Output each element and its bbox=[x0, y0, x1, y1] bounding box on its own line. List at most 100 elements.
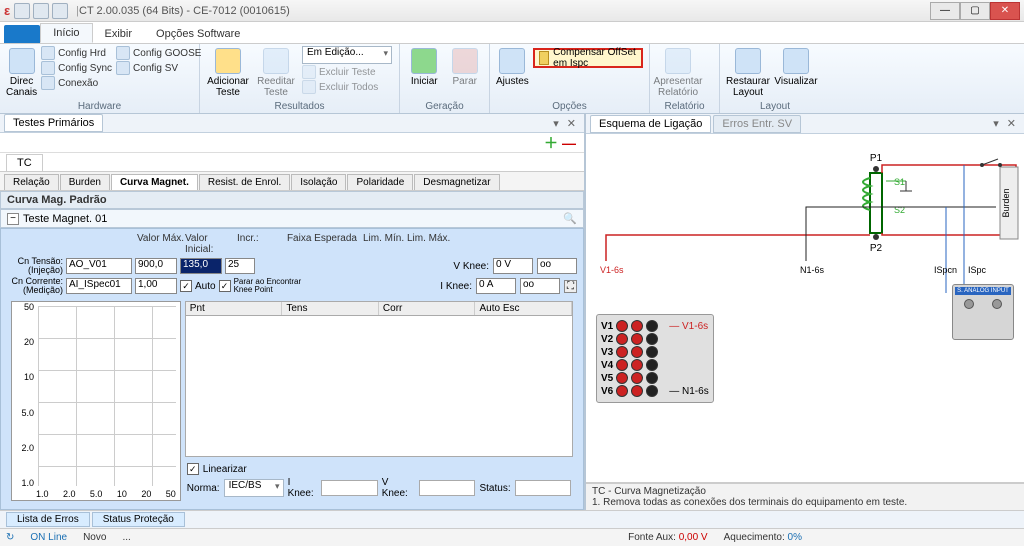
testes-primarios-tab[interactable]: Testes Primários bbox=[4, 114, 103, 132]
close-panel-icon[interactable]: ✕ bbox=[567, 117, 576, 130]
qat-save-icon[interactable] bbox=[33, 3, 49, 19]
config-sync-button[interactable]: Config Sync bbox=[41, 61, 112, 75]
subtab-desmag[interactable]: Desmagnetizar bbox=[414, 174, 499, 190]
magnet-chart: 5020105.02.01.0 1.02.05.0102050 bbox=[11, 301, 181, 501]
norma-select[interactable]: IEC/BS bbox=[224, 479, 284, 497]
group-geracao-label: Geração bbox=[400, 101, 489, 112]
subtab-polaridade[interactable]: Polaridade bbox=[347, 174, 413, 190]
cn-tensao-select[interactable]: AO_V01 bbox=[66, 258, 132, 274]
group-opcoes-label: Opções bbox=[490, 101, 649, 112]
iniciar-button[interactable]: Iniciar bbox=[406, 46, 443, 87]
right-close-icon[interactable]: ✕ bbox=[1007, 117, 1016, 130]
params-panel: Valor Máx. Valor Inicial: Incr.: Faixa E… bbox=[0, 228, 584, 510]
channels-icon bbox=[9, 48, 35, 74]
remove-test-icon-button[interactable]: — bbox=[562, 135, 576, 151]
vknee-min-input[interactable]: 0 V bbox=[493, 258, 533, 274]
test-name: Teste Magnet. 01 bbox=[23, 213, 107, 225]
estado-combo[interactable]: Em Edição... bbox=[302, 46, 392, 64]
adicionar-teste-button[interactable]: Adicionar Teste bbox=[206, 46, 250, 98]
iknee-min-input[interactable]: 0 A bbox=[476, 278, 516, 294]
add-test-icon-button[interactable]: ＋ bbox=[544, 133, 558, 153]
subtab-relacao[interactable]: Relação bbox=[4, 174, 59, 190]
direc-canais-button[interactable]: Direc Canais bbox=[6, 46, 37, 98]
conexao-button[interactable]: Conexão bbox=[41, 76, 112, 90]
right-pin-icon[interactable]: ▾ bbox=[993, 117, 999, 130]
search-icon[interactable]: 🔍 bbox=[563, 212, 577, 225]
config-hrd-button[interactable]: Config Hrd bbox=[41, 46, 112, 60]
tc-tab[interactable]: TC bbox=[6, 154, 43, 171]
add-test-icon bbox=[215, 48, 241, 74]
status-bar: ↻ ON Line Novo ... Fonte Aux: 0,00 V Aqu… bbox=[0, 528, 1024, 546]
corr-max-input[interactable]: 1,00 bbox=[135, 278, 177, 294]
ajustes-button[interactable]: Ajustes bbox=[496, 46, 529, 87]
connection-diagram: P1 P2 S1 S2 V1-6s N1-6s bbox=[586, 134, 1024, 483]
ribbon: Direc Canais Config Hrd Config Sync Cone… bbox=[0, 44, 1024, 114]
close-button[interactable]: ✕ bbox=[990, 2, 1020, 20]
diagram-note: TC - Curva Magnetização 1. Remova todas … bbox=[586, 483, 1024, 510]
expand-icon[interactable]: ⛶ bbox=[564, 280, 577, 293]
tab-inicio[interactable]: Início bbox=[40, 23, 92, 43]
voltage-ports: V1— V1-6sV2V3V4V5V6— N1-6s bbox=[596, 314, 714, 403]
iknee-max-input[interactable]: oo bbox=[520, 278, 560, 294]
collapse-icon[interactable]: − bbox=[7, 213, 19, 225]
iknee-result bbox=[321, 480, 377, 496]
maximize-button[interactable]: ▢ bbox=[960, 2, 990, 20]
excluir-teste-button[interactable]: Excluir Teste bbox=[302, 65, 392, 79]
parar-button[interactable]: Parar bbox=[447, 46, 484, 87]
svg-text:P2: P2 bbox=[870, 243, 883, 254]
tab-arquivo[interactable] bbox=[4, 25, 40, 43]
group-relatorio-label: Relatório bbox=[650, 101, 719, 112]
reeditar-teste-button[interactable]: Reeditar Teste bbox=[254, 46, 298, 98]
subtab-resist[interactable]: Resist. de Enrol. bbox=[199, 174, 290, 190]
stop-icon bbox=[452, 48, 478, 74]
test-item-row[interactable]: − Teste Magnet. 01 🔍 bbox=[0, 209, 584, 228]
window-title: CT 2.00.035 (64 Bits) - CE-7012 (0010615… bbox=[79, 5, 930, 17]
novo-status: Novo bbox=[83, 532, 106, 543]
goose-icon bbox=[116, 46, 130, 60]
parar-knee-checkbox[interactable]: ✓ bbox=[219, 280, 231, 292]
status-protecao-tab[interactable]: Status Proteção bbox=[92, 512, 185, 527]
tab-opcoes-software[interactable]: Opções Software bbox=[144, 25, 252, 43]
link-icon bbox=[41, 76, 55, 90]
svg-text:P1: P1 bbox=[870, 153, 883, 164]
cn-corrente-select[interactable]: AI_ISpec01 bbox=[66, 278, 132, 294]
excluir-todos-button[interactable]: Excluir Todos bbox=[302, 80, 392, 94]
config-sv-button[interactable]: Config SV bbox=[116, 61, 201, 75]
lista-erros-tab[interactable]: Lista de Erros bbox=[6, 512, 90, 527]
cn-tensao-label: Cn Tensão: (Injeção) bbox=[7, 257, 63, 275]
sync-icon bbox=[41, 61, 55, 75]
tensao-max-input[interactable]: 900,0 bbox=[135, 258, 177, 274]
apresentar-relatorio-button[interactable]: Apresentar Relatório bbox=[656, 46, 700, 98]
restaurar-layout-button[interactable]: Restaurar Layout bbox=[726, 46, 770, 98]
compensar-offset-button[interactable]: Compensar OffSet em Ispc bbox=[533, 48, 643, 68]
refresh-icon[interactable]: ↻ bbox=[6, 532, 14, 543]
auto-checkbox[interactable]: ✓ bbox=[180, 280, 192, 292]
svg-text:Burden: Burden bbox=[1001, 188, 1011, 217]
gear-icon bbox=[41, 46, 55, 60]
vknee-max-input[interactable]: oo bbox=[537, 258, 577, 274]
group-resultados-label: Resultados bbox=[200, 101, 399, 112]
subtab-burden[interactable]: Burden bbox=[60, 174, 110, 190]
sv-icon bbox=[116, 61, 130, 75]
erros-sv-tab[interactable]: Erros Entr. SV bbox=[713, 115, 801, 133]
subtab-curva-magnet[interactable]: Curva Magnet. bbox=[111, 174, 198, 190]
subtab-isolacao[interactable]: Isolação bbox=[291, 174, 346, 190]
group-hardware-label: Hardware bbox=[0, 101, 199, 112]
minimize-button[interactable]: — bbox=[930, 2, 960, 20]
online-status: ON Line bbox=[30, 532, 67, 543]
qat-more-icon[interactable] bbox=[52, 3, 68, 19]
tab-exibir[interactable]: Exibir bbox=[93, 25, 145, 43]
cn-corrente-label: Cn Corrente: (Medição) bbox=[7, 277, 63, 295]
tensao-incr-input[interactable]: 25 bbox=[225, 258, 255, 274]
linearizar-checkbox[interactable]: ✓ bbox=[187, 463, 199, 475]
svg-text:ISpcn: ISpcn bbox=[934, 265, 957, 275]
esquema-tab[interactable]: Esquema de Ligação bbox=[590, 115, 711, 133]
layout-restore-icon bbox=[735, 48, 761, 74]
status-result bbox=[515, 480, 571, 496]
pin-icon[interactable]: ▾ bbox=[553, 117, 559, 130]
visualizar-button[interactable]: Visualizar bbox=[774, 46, 818, 87]
qat-open-icon[interactable] bbox=[14, 3, 30, 19]
config-goose-button[interactable]: Config GOOSE bbox=[116, 46, 201, 60]
tensao-ini-input[interactable]: 135,0 bbox=[180, 258, 222, 274]
report-icon bbox=[665, 48, 691, 74]
